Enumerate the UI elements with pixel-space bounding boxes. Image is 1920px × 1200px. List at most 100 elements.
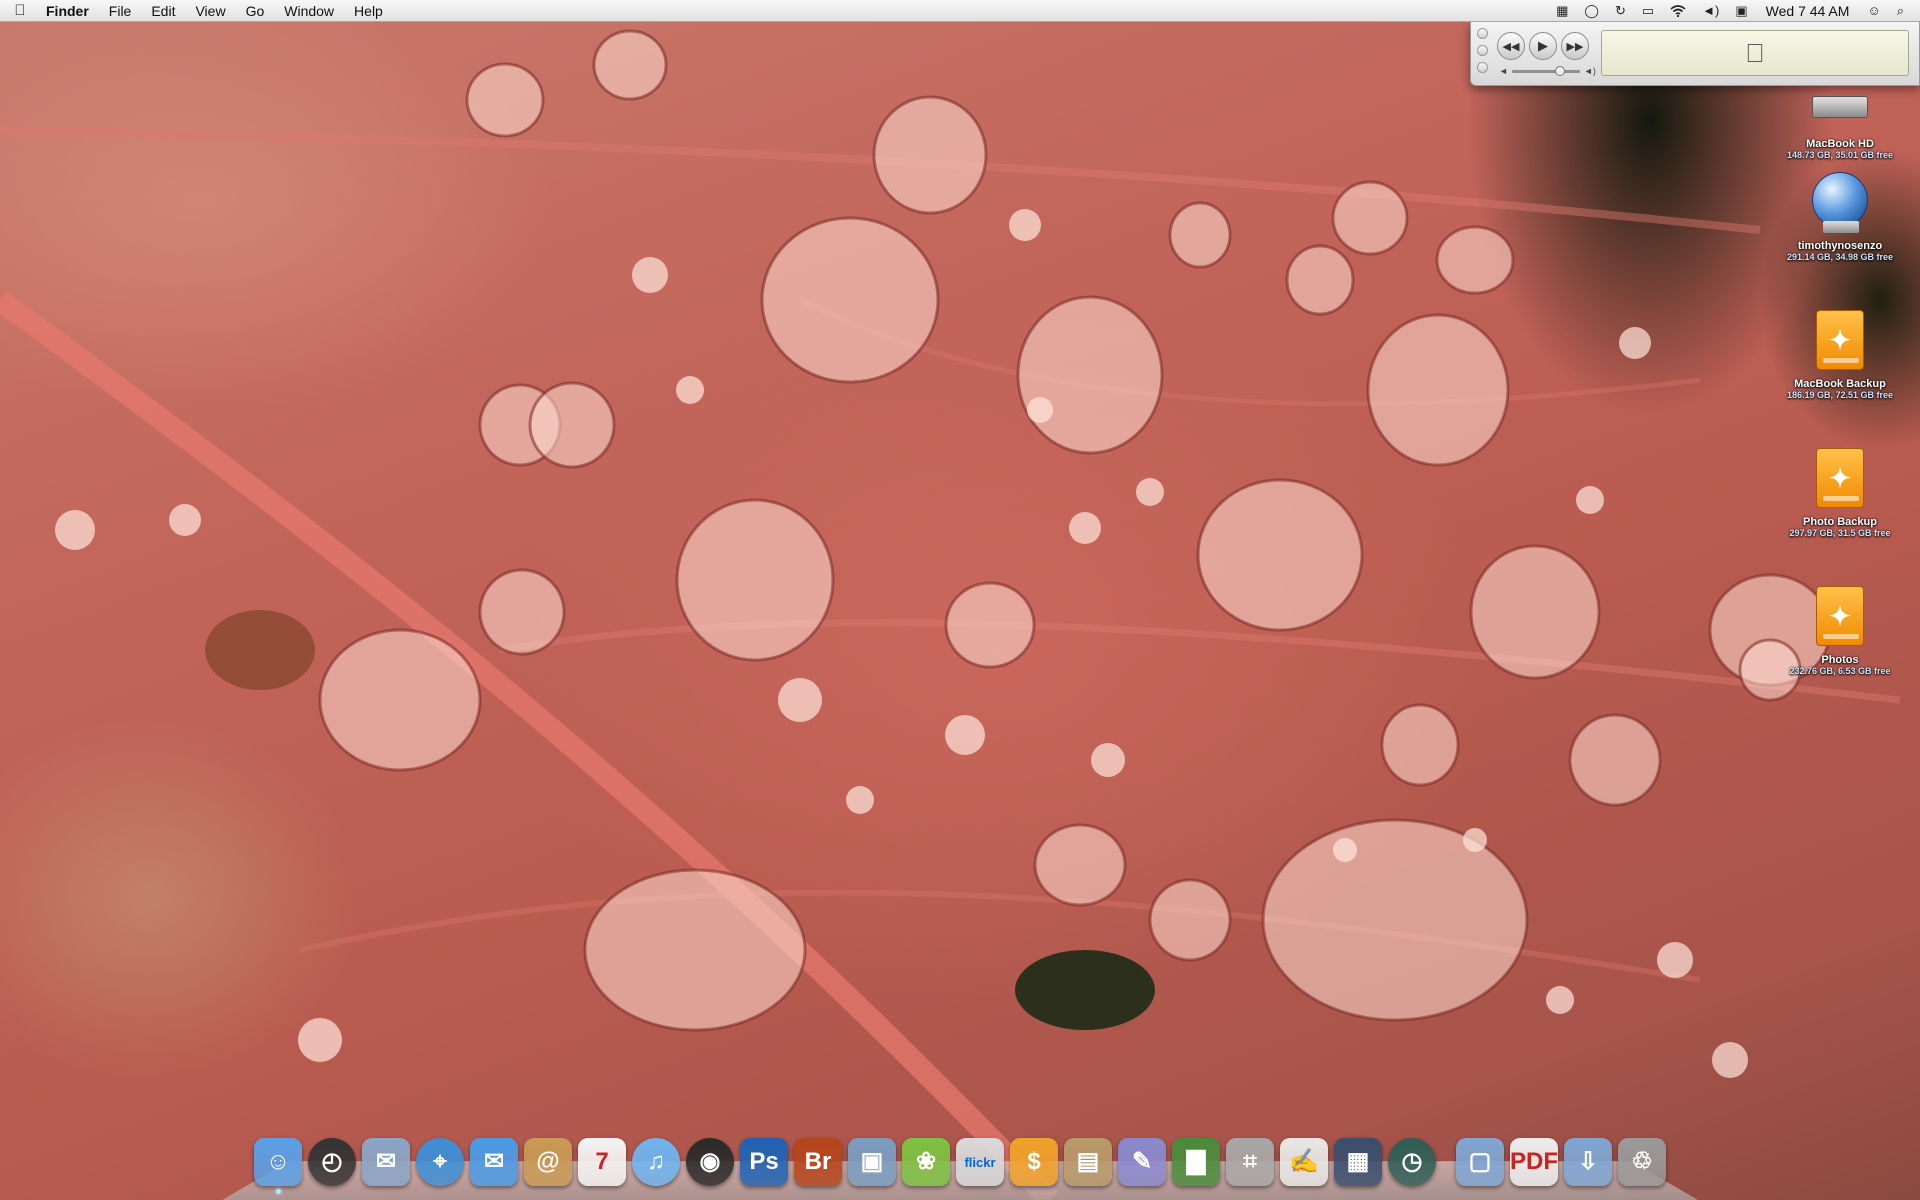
dock-item-documents-stack[interactable]: PDF [1510,1138,1558,1186]
spaces-icon[interactable]: ▦ [1548,3,1576,19]
desktop-icon-timothynosenzo[interactable]: timothynosenzo 291.14 GB, 34.98 GB free [1760,172,1920,262]
dock-item-safari[interactable]: ⌖ [416,1138,464,1186]
downloads-folder-icon: ⇩ [1577,1148,1599,1175]
menu-window[interactable]: Window [274,0,344,22]
close-button[interactable] [1477,28,1488,39]
dock-item-applications-folder[interactable]: ▢ [1456,1138,1504,1186]
dock-item-ical[interactable]: 7 [578,1138,626,1186]
leaf-veins-and-drops [0,29,1901,1200]
aperture-icon: ◉ [699,1148,721,1175]
desktop-icon-name: MacBook HD [1806,138,1874,150]
ical-label: 7 [595,1148,609,1175]
desktop-icon-info: 297.97 GB, 31.5 GB free [1789,528,1891,538]
apple-logo-icon[interactable]:  [0,2,40,19]
menu-view[interactable]: View [185,0,235,22]
dock-item-photoshop[interactable]: Ps [740,1138,788,1186]
display-icon[interactable]: ▣ [1727,3,1755,19]
address-book-label: @ [536,1148,560,1175]
network-volume-icon [1808,172,1872,236]
cyberduck-icon: ❀ [915,1148,937,1175]
firewire-drive-icon: ✦ [1808,586,1872,650]
dock-item-calculator[interactable]: ⌗ [1226,1138,1274,1186]
dock-item-ichat[interactable]: ✉ [470,1138,518,1186]
zoom-button[interactable] [1477,62,1488,73]
desktop-icon-name: Photos [1821,654,1859,666]
photoshop-label: Ps [749,1148,779,1175]
dock: ☺ ◴ ✉ ⌖ ✉ @7 ♫ ◉ Ps Br ▣ ❀ flickr $ ▤ ✎ ▇ ⌗ ✍ ▦ ◷ ▢ PDF ⇩ ♲ [240,1128,1680,1194]
dock-item-cyberduck[interactable]: ❀ [902,1138,950,1186]
rewind-button[interactable]: ◀◀ [1497,32,1525,60]
dock-item-numbers[interactable]: ▇ [1172,1138,1220,1186]
applications-folder-icon: ▢ [1468,1148,1492,1175]
itunes-icon: ♫ [647,1148,665,1175]
desktop-icon-info: 186.19 GB, 72.51 GB free [1786,390,1894,400]
volume-high-icon: ◄) [1583,66,1596,76]
volume-knob[interactable] [1555,65,1566,76]
dock-item-bridge[interactable]: Br [794,1138,842,1186]
firewire-drive-icon: ✦ [1808,310,1872,374]
flickr-uploadr-label: flickr [964,1154,996,1170]
desktop-icon-photo-backup[interactable]: ✦ Photo Backup 297.97 GB, 31.5 GB free [1760,448,1920,538]
menu-edit[interactable]: Edit [141,0,185,22]
time-machine-icon: ◷ [1401,1148,1423,1175]
dock-item-script-editor[interactable]: ✎ [1118,1138,1166,1186]
menu-go[interactable]: Go [236,0,275,22]
ichat-status-icon[interactable]: ◯ [1576,3,1607,19]
volume-track[interactable] [1511,65,1580,76]
menubar-clock[interactable]: Wed 7 44 AM [1756,3,1860,19]
trash-icon: ♲ [1631,1148,1653,1175]
dock-item-address-book[interactable]: @ [524,1138,572,1186]
volume-slider[interactable]: ◄ ◄) [1499,65,1596,76]
time-machine-icon[interactable]: ↻ [1607,3,1634,19]
menu-app-finder[interactable]: Finder [40,0,99,22]
dock-item-mail[interactable]: ✉ [362,1138,410,1186]
desktop-icon-macbook-backup[interactable]: ✦ MacBook Backup 186.19 GB, 72.51 GB fre… [1760,310,1920,400]
dock-item-aperture[interactable]: ◉ [686,1138,734,1186]
dock-item-expose[interactable]: ▦ [1334,1138,1382,1186]
fast-forward-button[interactable]: ▶▶ [1561,32,1589,60]
playback-controls: ◀◀ ▶ ▶▶ [1497,32,1589,60]
expose-icon: ▦ [1346,1148,1370,1175]
dock-item-downloads-folder[interactable]: ⇩ [1564,1138,1612,1186]
dock-item-finder[interactable]: ☺ [254,1138,302,1194]
documents-stack-label: PDF [1510,1148,1558,1175]
dock-item-flickr-uploadr[interactable]: flickr [956,1138,1004,1186]
dock-item-dashboard[interactable]: ◴ [308,1138,356,1186]
menu-help[interactable]: Help [344,0,393,22]
menu-file[interactable]: File [99,0,142,22]
dock-item-itunes[interactable]: ♫ [632,1138,680,1186]
dock-item-time-machine[interactable]: ◷ [1388,1138,1436,1186]
itunes-mini-player: ◀◀ ▶ ▶▶ ◄ ◄)  [1470,22,1920,86]
desktop-icon-info: 291.14 GB, 34.98 GB free [1786,252,1894,262]
money-label: $ [1027,1148,1041,1175]
firewire-drive-icon: ✦ [1808,448,1872,512]
desktop-icons: MacBook HD 148.73 GB, 35.01 GB free timo… [1760,70,1920,710]
numbers-icon: ▇ [1186,1148,1206,1175]
desktop-icon-name: MacBook Backup [1794,378,1886,390]
dock-item-keynote[interactable]: ▤ [1064,1138,1112,1186]
desktop-wallpaper [0,0,1920,1200]
mail-icon: ✉ [375,1148,397,1175]
dock-item-textedit[interactable]: ✍ [1280,1138,1328,1186]
battery-icon[interactable]: ▭ [1634,3,1662,19]
apple-logo-icon:  [1745,38,1765,69]
finder-icon: ☺ [265,1148,291,1175]
dock-item-iphoto[interactable]: ▣ [848,1138,896,1186]
window-controls [1477,28,1488,73]
play-button[interactable]: ▶ [1529,32,1557,60]
dock-item-trash[interactable]: ♲ [1618,1138,1666,1186]
volume-icon[interactable]: ◄) [1694,3,1727,18]
script-editor-icon: ✎ [1131,1148,1153,1175]
player-lcd-display:  [1601,30,1909,76]
ichat-icon: ✉ [483,1148,505,1175]
desktop-icon-photos[interactable]: ✦ Photos 232.76 GB, 6.53 GB free [1760,586,1920,676]
calculator-icon: ⌗ [1243,1148,1257,1175]
safari-icon: ⌖ [433,1148,447,1175]
spotlight-search-icon[interactable]: ⌕ [1889,3,1912,19]
minimize-button[interactable] [1477,45,1488,56]
menu-extras: ▦ ◯ ↻ ▭ ◄) ▣ Wed 7 44 AM ☺ ⌕ [1548,0,1920,22]
dock-item-money[interactable]: $ [1010,1138,1058,1186]
user-icon[interactable]: ☺ [1859,3,1888,18]
dock-separator [1442,1138,1450,1186]
wifi-icon[interactable] [1662,4,1694,17]
